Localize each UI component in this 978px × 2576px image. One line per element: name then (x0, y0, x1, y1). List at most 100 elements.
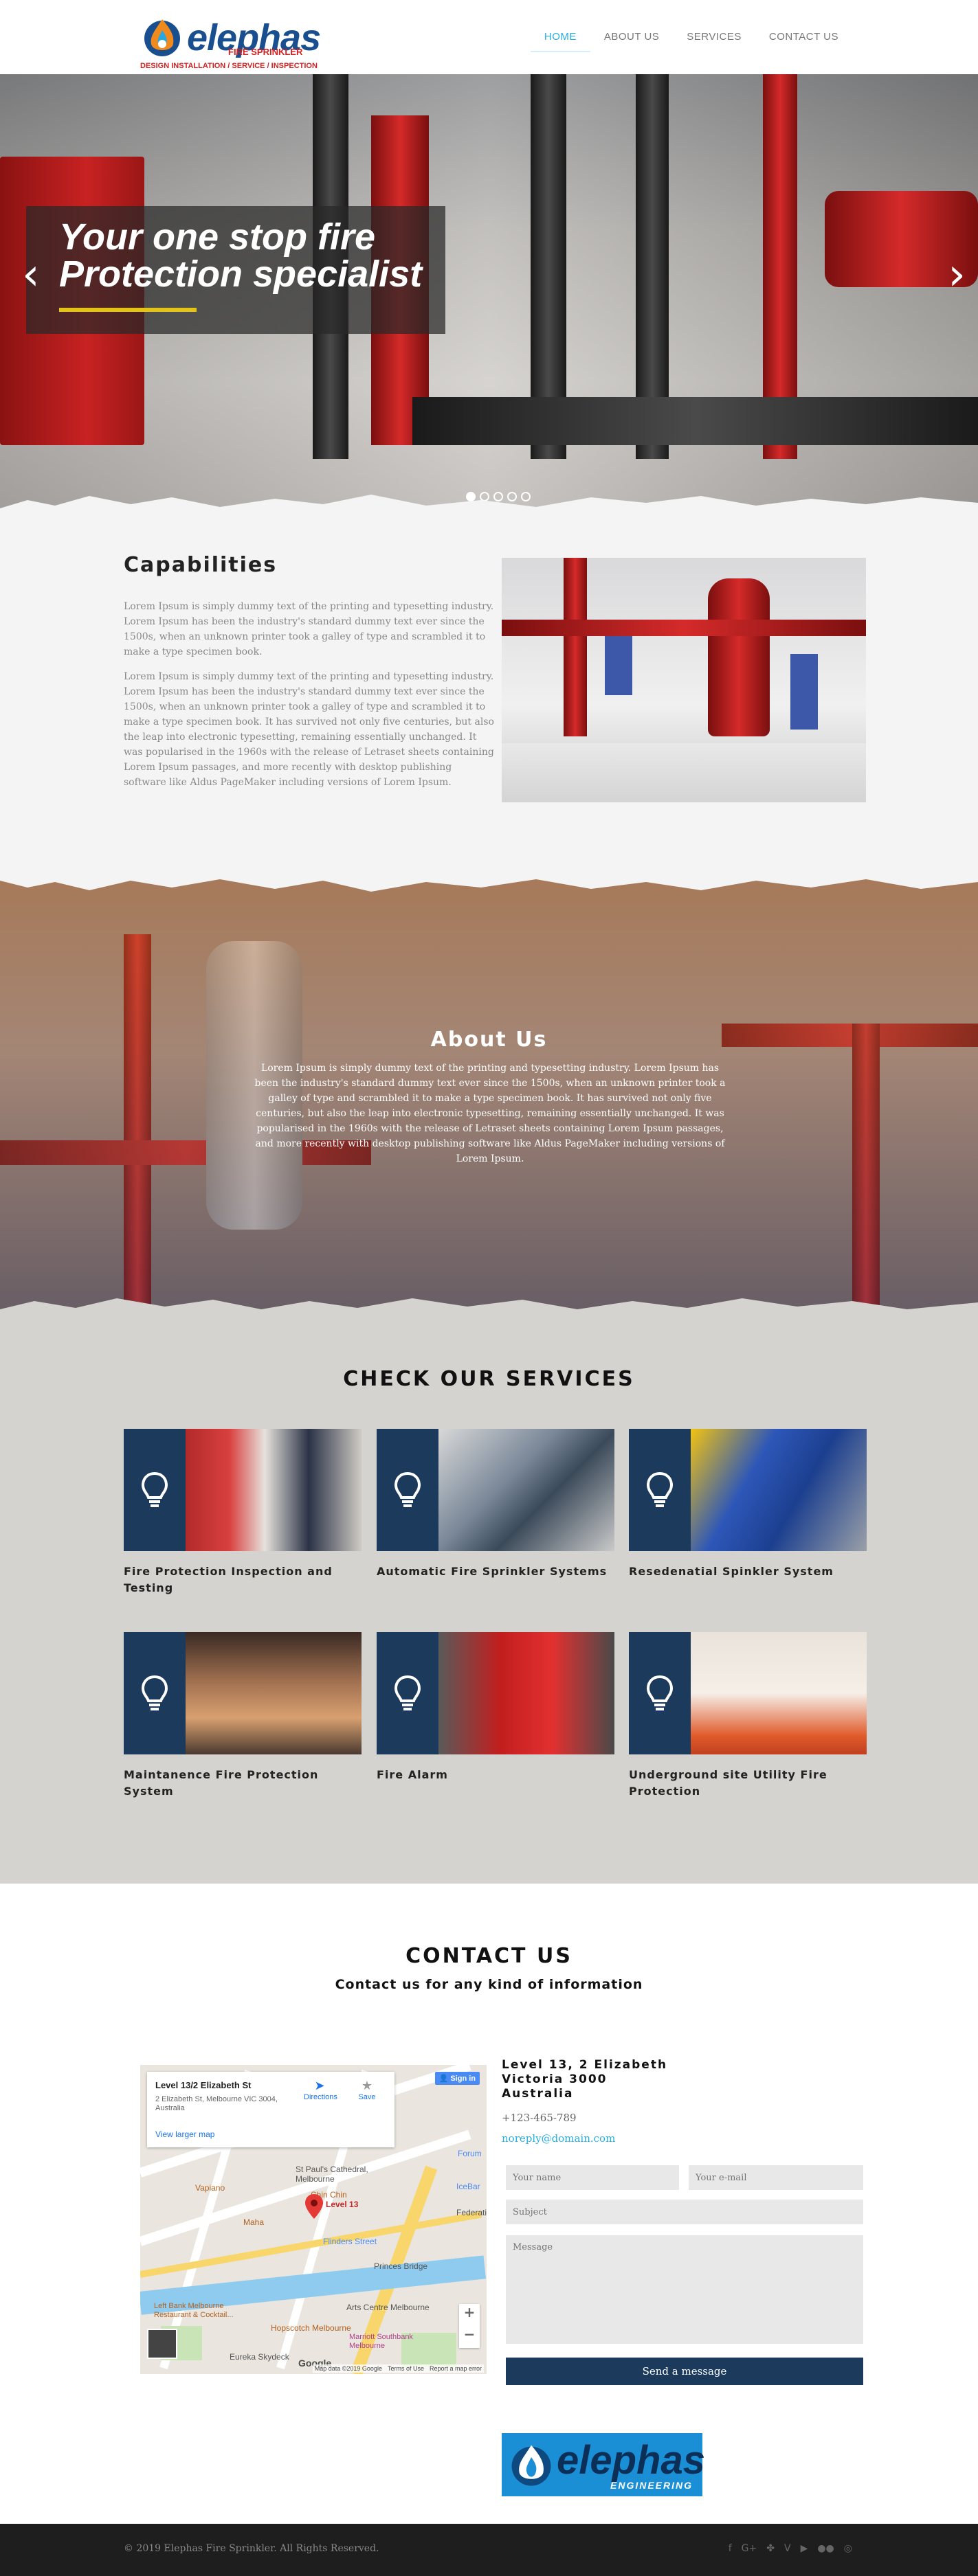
flame-logo-icon (144, 19, 180, 56)
map-larger-link[interactable]: View larger map (155, 2129, 214, 2139)
map-label-flinders: Flinders Street (323, 2237, 377, 2246)
lightbulb-icon (646, 1675, 674, 1710)
contact-subtitle: Contact us for any kind of information (335, 1977, 643, 1992)
service-photo (691, 1429, 867, 1551)
map-label-maha: Maha (243, 2217, 265, 2227)
hero-pipe (412, 397, 978, 445)
service-photo (691, 1632, 867, 1754)
about-title: About Us (430, 1028, 548, 1052)
capabilities-paragraph-2: Lorem Ipsum is simply dummy text of the … (124, 671, 494, 788)
services-section: CHECK OUR SERVICES Fire Protection Inspe… (0, 1319, 978, 1884)
map-place-address: 2 Elizabeth St, Melbourne VIC 3004, Aust… (155, 2095, 278, 2112)
chevron-left-icon[interactable]: ‹ (22, 253, 40, 297)
hero-slider: Your one stop fire Protection specialist… (0, 74, 978, 515)
service-image[interactable] (629, 1429, 867, 1551)
embedded-map[interactable]: Level 13/2 Elizabeth St 2 Elizabeth St, … (140, 2065, 487, 2374)
service-icon-box (377, 1632, 438, 1754)
vimeo-icon[interactable]: V (784, 2543, 791, 2554)
logo-tagline: DESIGN INSTALLATION / SERVICE / INSPECTI… (140, 62, 318, 70)
yelp-icon[interactable]: ✤ (766, 2543, 775, 2554)
nav-services[interactable]: SERVICES (673, 29, 755, 52)
address-line-3: Australia (502, 2087, 574, 2101)
map-save-button[interactable]: ★ Save (353, 2079, 381, 2101)
flickr-icon[interactable]: ●● (817, 2543, 834, 2554)
lightbulb-icon (141, 1675, 168, 1710)
map-label-arts-centre: Arts Centre Melbourne (346, 2303, 430, 2312)
contact-title: CONTACT US (405, 1944, 573, 1968)
service-image[interactable] (377, 1632, 614, 1754)
nav-contact-us[interactable]: CONTACT US (755, 29, 852, 52)
contact-email[interactable]: noreply@domain.com (502, 2132, 615, 2145)
map-attribution: Map data ©2019 Google Terms of Use Repor… (312, 2364, 484, 2373)
lightbulb-icon (141, 1471, 168, 1507)
chevron-right-icon[interactable]: › (948, 253, 966, 297)
service-name[interactable]: Resedenatial Spinkler System (629, 1563, 867, 1580)
service-icon-box (629, 1632, 691, 1754)
service-image[interactable] (124, 1632, 362, 1754)
user-icon: 👤 (438, 2075, 451, 2083)
service-icon-box (377, 1429, 438, 1551)
send-message-button[interactable]: Send a message (506, 2358, 863, 2385)
service-photo (438, 1429, 614, 1551)
name-input[interactable] (506, 2165, 679, 2190)
zoom-out-button[interactable]: − (459, 2326, 480, 2348)
map-thumbnail-toggle[interactable] (147, 2329, 177, 2359)
site-footer: © 2019 Elephas Fire Sprinkler. All Right… (0, 2524, 978, 2576)
service-photo (186, 1429, 362, 1551)
map-label-federation: Federatio (456, 2208, 487, 2217)
map-directions-button[interactable]: ➤ Directions (304, 2079, 337, 2101)
service-icon-box (629, 1429, 691, 1551)
hero-title-line1: Your one stop fire (59, 216, 376, 258)
map-sign-in-button[interactable]: 👤 Sign in (434, 2072, 480, 2085)
map-pin-label: Level 13 (326, 2200, 359, 2209)
map-label-marriott: Marriott Southbank Melbourne (349, 2333, 413, 2350)
main-nav: HOME ABOUT US SERVICES CONTACT US (530, 29, 852, 52)
lightbulb-icon (394, 1675, 421, 1710)
hero-title: Your one stop fire Protection specialist (59, 218, 485, 293)
google-plus-icon[interactable]: G+ (742, 2543, 757, 2554)
service-name[interactable]: Automatic Fire Sprinkler Systems (377, 1563, 614, 1580)
instagram-icon[interactable]: ◎ (844, 2543, 852, 2554)
hero-accent-bar (59, 308, 197, 312)
address-line-2: Victoria 3000 (502, 2072, 608, 2086)
email-input[interactable] (689, 2165, 863, 2190)
nav-home[interactable]: HOME (530, 29, 590, 52)
lightbulb-icon (394, 1471, 421, 1507)
map-label-st-pauls: St Paul's Cathedral, Melbourne (296, 2165, 368, 2184)
subject-input[interactable] (506, 2200, 863, 2224)
site-logo[interactable]: elephas FIRE SPRINKLER DESIGN INSTALLATI… (140, 15, 321, 70)
youtube-icon[interactable]: ▶ (801, 2543, 808, 2554)
service-icon-box (124, 1429, 186, 1551)
map-label-left-bank: Left Bank Melbourne Restaurant & Cocktai… (154, 2302, 234, 2319)
facebook-icon[interactable]: f (729, 2543, 732, 2554)
service-icon-box (124, 1632, 186, 1754)
service-name[interactable]: Maintanence Fire Protection System (124, 1767, 362, 1800)
map-label-princes-bridge: Princes Bridge (374, 2261, 428, 2271)
service-name[interactable]: Underground site Utility Fire Protection (629, 1767, 867, 1800)
map-terms-link[interactable]: Terms of Use (388, 2365, 424, 2372)
bottom-logo-wordmark: elephas (557, 2438, 705, 2483)
torn-edge (0, 872, 978, 892)
hero-title-line2: Protection specialist (59, 253, 423, 295)
map-report-link[interactable]: Report a map error (430, 2365, 482, 2372)
map-directions-label: Directions (304, 2093, 337, 2101)
service-image[interactable] (124, 1429, 362, 1551)
map-label-forum: Forum (458, 2149, 482, 2158)
service-photo (186, 1632, 362, 1754)
map-save-label: Save (358, 2093, 376, 2101)
map-pin-icon[interactable] (305, 2194, 323, 2219)
services-title: CHECK OUR SERVICES (343, 1367, 635, 1391)
address-line-1: Level 13, 2 Elizabeth (502, 2058, 668, 2072)
message-textarea[interactable] (506, 2235, 863, 2344)
map-place-title: Level 13/2 Elizabeth St (155, 2080, 252, 2090)
directions-icon: ➤ (314, 2079, 325, 2093)
map-label-icebar: IceBar (456, 2182, 480, 2191)
service-image[interactable] (377, 1429, 614, 1551)
service-name[interactable]: Fire Alarm (377, 1767, 614, 1783)
capabilities-section: Capabilities Lorem Ipsum is simply dummy… (0, 515, 978, 872)
nav-about-us[interactable]: ABOUT US (590, 29, 673, 52)
map-label-eureka: Eureka Skydeck (230, 2352, 289, 2362)
zoom-in-button[interactable]: + (459, 2304, 480, 2326)
service-image[interactable] (629, 1632, 867, 1754)
service-name[interactable]: Fire Protection Inspection and Testing (124, 1563, 362, 1596)
